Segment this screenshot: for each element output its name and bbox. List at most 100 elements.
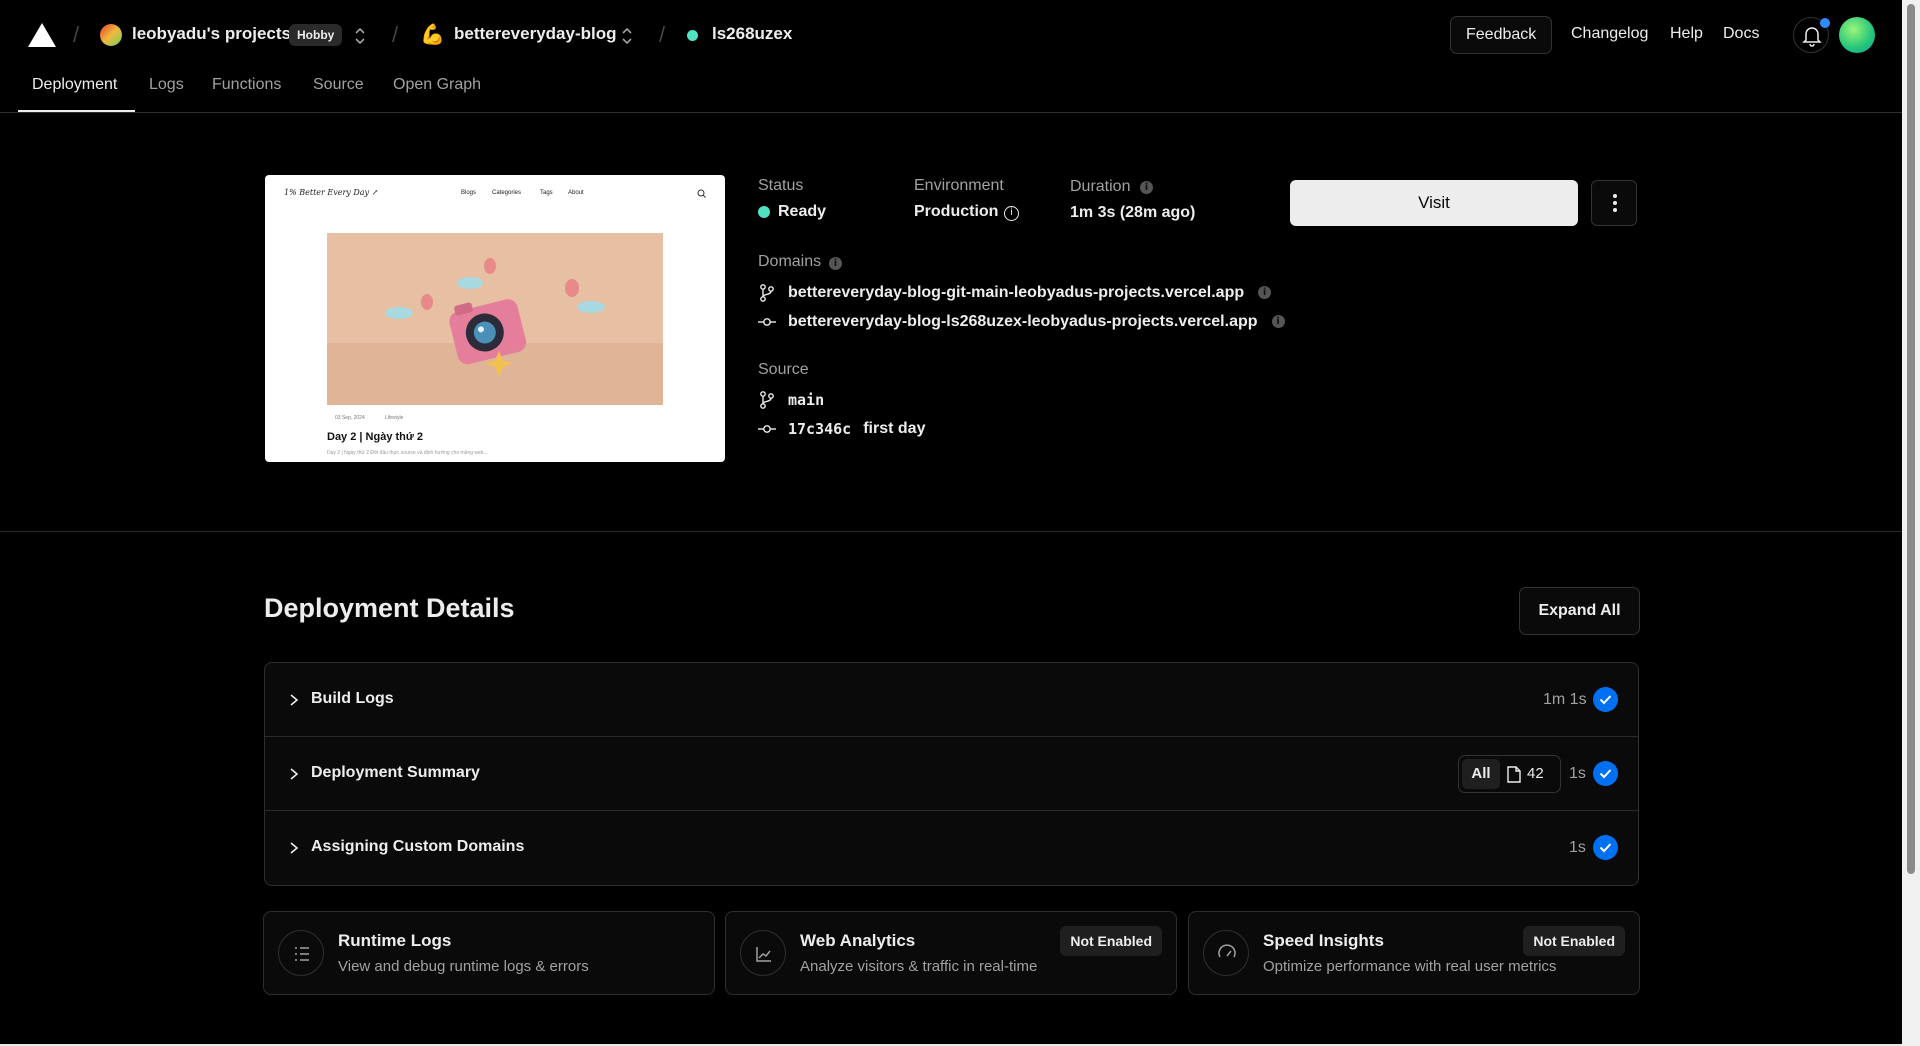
- environment-info-icon[interactable]: i: [1004, 205, 1019, 223]
- tab-source[interactable]: Source: [313, 76, 364, 94]
- deployment-preview[interactable]: 1% Better Every Day ↗ Blogs Categories T…: [265, 175, 725, 462]
- project-emoji: 💪: [420, 24, 445, 46]
- check-icon: [1593, 687, 1618, 712]
- preview-hero-image: [327, 233, 663, 405]
- environment-value: Production: [914, 203, 999, 220]
- duration-value: 1m 3s (28m ago): [1070, 204, 1196, 221]
- scrollbar-thumb[interactable]: [1907, 4, 1915, 874]
- file-count: 42: [1527, 765, 1544, 782]
- feedback-button[interactable]: Feedback: [1450, 16, 1553, 54]
- row-title: Deployment Summary: [311, 764, 480, 781]
- help-link[interactable]: Help: [1670, 25, 1703, 43]
- preview-post-title: Day 2 | Ngày thứ 2: [327, 431, 424, 443]
- git-branch-icon: [760, 284, 774, 302]
- tab-logs[interactable]: Logs: [149, 76, 184, 94]
- notification-dot: [1820, 18, 1830, 28]
- project-name[interactable]: bettereveryday-blog: [454, 24, 617, 44]
- breadcrumb-separator: /: [392, 22, 399, 47]
- team-name[interactable]: leobyadu's projects: [132, 24, 291, 44]
- card-description: Optimize performance with real user metr…: [1263, 958, 1557, 975]
- preview-nav-about: About: [568, 190, 584, 196]
- domains-label: Domains: [758, 253, 822, 270]
- card-title: Runtime Logs: [338, 931, 452, 950]
- summary-filter[interactable]: All 42: [1458, 755, 1561, 793]
- git-commit-icon: [758, 318, 776, 326]
- changelog-link[interactable]: Changelog: [1571, 25, 1648, 43]
- source-branch-row: main: [758, 390, 824, 410]
- row-title: Assigning Custom Domains: [311, 838, 525, 855]
- row-title: Build Logs: [311, 690, 394, 707]
- preview-search-icon: [697, 189, 706, 198]
- deployment-details-list: Build Logs 1m 1s Deployment Summary All …: [264, 662, 1639, 886]
- vertical-scrollbar[interactable]: [1902, 0, 1920, 1046]
- deployment-summary-row[interactable]: Deployment Summary All 42 1s: [265, 737, 1638, 811]
- git-commit-icon: [758, 425, 776, 433]
- domain-info-icon[interactable]: i: [1271, 313, 1285, 331]
- breadcrumb-separator: /: [73, 22, 80, 47]
- tab-deployment[interactable]: Deployment: [32, 76, 117, 94]
- preview-post-category: Lifestyle: [385, 415, 404, 421]
- not-enabled-badge: Not Enabled: [1523, 926, 1625, 956]
- top-navigation: / leobyadu's projects Hobby / 💪 betterev…: [0, 0, 1902, 113]
- web-analytics-card[interactable]: Web Analytics Analyze visitors & traffic…: [725, 911, 1177, 995]
- visit-button[interactable]: Visit: [1290, 180, 1578, 226]
- more-options-button[interactable]: [1591, 180, 1637, 226]
- check-icon: [1593, 761, 1618, 786]
- vercel-logo-icon[interactable]: [28, 23, 56, 47]
- runtime-logs-card[interactable]: Runtime Logs View and debug runtime logs…: [263, 911, 715, 995]
- domain-row-branch: bettereveryday-blog-git-main-leobyadus-p…: [758, 283, 1272, 303]
- commit-message: first day: [863, 420, 926, 437]
- git-branch-icon: [760, 391, 774, 409]
- source-commit-row: 17c346c first day: [758, 419, 925, 439]
- project-switcher-icon[interactable]: [620, 25, 634, 47]
- chevron-right-icon: [290, 842, 299, 854]
- more-vertical-icon: [1613, 194, 1617, 212]
- row-duration: 1s: [1569, 765, 1586, 782]
- domain-link[interactable]: bettereveryday-blog-ls268uzex-leobyadus-…: [788, 313, 1258, 331]
- card-description: View and debug runtime logs & errors: [338, 958, 589, 975]
- card-description: Analyze visitors & traffic in real-time: [800, 958, 1038, 975]
- assigning-domains-row[interactable]: Assigning Custom Domains 1s: [265, 811, 1638, 885]
- team-avatar[interactable]: [100, 24, 122, 46]
- row-duration: 1s: [1569, 839, 1586, 856]
- deployment-id[interactable]: ls268uzex: [712, 24, 792, 44]
- tab-open-graph[interactable]: Open Graph: [393, 76, 481, 94]
- chevron-right-icon: [290, 694, 299, 706]
- expand-all-button[interactable]: Expand All: [1519, 587, 1640, 635]
- plan-badge: Hobby: [289, 24, 343, 46]
- status-value: Ready: [778, 203, 827, 220]
- deployment-status-dot: [687, 30, 698, 41]
- preview-site-title: 1% Better Every Day ↗: [284, 188, 379, 197]
- list-icon: [278, 930, 324, 976]
- preview-post-excerpt: Day 2 | Ngày thứ 2 Đời đầu thực source v…: [327, 450, 488, 456]
- source-branch[interactable]: main: [788, 391, 824, 409]
- check-icon: [1593, 835, 1618, 860]
- filter-all-button[interactable]: All: [1462, 759, 1500, 789]
- user-avatar[interactable]: [1839, 17, 1875, 53]
- not-enabled-badge: Not Enabled: [1060, 926, 1162, 956]
- commit-hash[interactable]: 17c346c: [788, 420, 851, 438]
- preview-nav-blogs: Blogs: [461, 190, 477, 196]
- domains-info-icon[interactable]: i: [829, 255, 842, 273]
- deployment-details-title: Deployment Details: [264, 593, 515, 623]
- preview-nav-categories: Categories: [492, 190, 522, 196]
- domain-info-icon[interactable]: i: [1258, 284, 1272, 302]
- source-label: Source: [758, 361, 809, 378]
- active-tab-indicator: [18, 110, 135, 112]
- card-title: Web Analytics: [800, 931, 916, 950]
- build-logs-row[interactable]: Build Logs 1m 1s: [265, 663, 1638, 737]
- ready-status-dot: [758, 206, 770, 218]
- domain-link[interactable]: bettereveryday-blog-git-main-leobyadus-p…: [788, 284, 1244, 302]
- status-label: Status: [758, 177, 804, 194]
- team-switcher-icon[interactable]: [353, 25, 367, 47]
- speed-gauge-icon: [1203, 930, 1249, 976]
- card-title: Speed Insights: [1263, 931, 1384, 950]
- duration-info-icon[interactable]: i: [1140, 179, 1153, 197]
- docs-link[interactable]: Docs: [1723, 25, 1759, 43]
- speed-insights-card[interactable]: Speed Insights Optimize performance with…: [1188, 911, 1640, 995]
- domain-row-commit: bettereveryday-blog-ls268uzex-leobyadus-…: [758, 312, 1285, 332]
- row-duration: 1m 1s: [1543, 691, 1587, 708]
- tab-functions[interactable]: Functions: [212, 76, 281, 94]
- preview-post-date: 03 Sep, 2024: [335, 415, 365, 421]
- preview-nav-tags: Tags: [540, 190, 553, 196]
